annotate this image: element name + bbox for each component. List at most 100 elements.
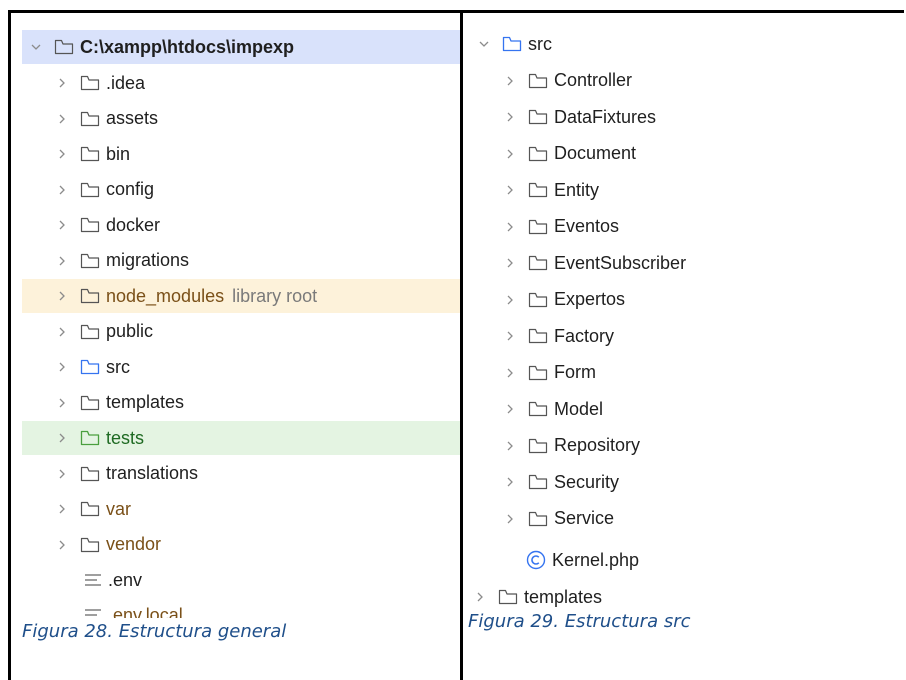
- tree-item-form[interactable]: Form: [470, 356, 906, 390]
- tree-item-eventos[interactable]: Eventos: [470, 210, 906, 244]
- tree-item-label: Expertos: [554, 289, 626, 309]
- test-folder-icon: [80, 430, 100, 446]
- caption-figura-28: Figura 28. Estructura general: [22, 621, 287, 642]
- tree-item-security[interactable]: Security: [470, 465, 906, 499]
- chevron-down-icon[interactable]: [30, 41, 42, 53]
- tree-root-src[interactable]: src: [470, 27, 906, 61]
- tree-item-label: Model: [554, 398, 604, 419]
- chevron-right-icon[interactable]: [504, 513, 516, 525]
- project-tree-src: src Controller DataFixtures Document Ent…: [470, 24, 906, 608]
- tree-item-tests[interactable]: tests: [22, 421, 460, 455]
- tree-item-eventsubscriber[interactable]: EventSubscriber: [470, 246, 906, 280]
- folder-icon: [80, 466, 100, 482]
- tree-item-label: .idea: [106, 72, 146, 93]
- tree-item-label: Entity: [554, 179, 600, 200]
- tree-item-assets[interactable]: assets: [22, 102, 460, 136]
- chevron-right-icon[interactable]: [56, 468, 68, 480]
- caption-figura-29: Figura 29. Estructura src: [468, 611, 691, 632]
- tree-item-controller[interactable]: Controller: [470, 64, 906, 98]
- chevron-right-icon[interactable]: [56, 184, 68, 196]
- tree-item-templates[interactable]: templates: [22, 386, 460, 420]
- tree-item-label: tests: [106, 427, 145, 448]
- tree-file-env[interactable]: .env: [22, 563, 460, 597]
- folder-icon: [80, 537, 100, 553]
- chevron-right-icon[interactable]: [504, 257, 516, 269]
- chevron-right-icon[interactable]: [56, 361, 68, 373]
- tree-item-service[interactable]: Service: [470, 502, 906, 536]
- tree-item-label: var: [106, 498, 132, 519]
- tree-item-label: EventSubscriber: [554, 252, 687, 273]
- tree-item-document[interactable]: Document: [470, 137, 906, 171]
- tree-item-bin[interactable]: bin: [22, 137, 460, 171]
- tree-item-datafixtures[interactable]: DataFixtures: [470, 100, 906, 134]
- chevron-right-icon[interactable]: [56, 255, 68, 267]
- tree-file-label: Kernel.php: [552, 549, 640, 570]
- tree-item-translations[interactable]: translations: [22, 457, 460, 491]
- chevron-right-icon[interactable]: [56, 432, 68, 444]
- folder-icon: [498, 589, 518, 605]
- chevron-right-icon[interactable]: [56, 219, 68, 231]
- chevron-right-icon[interactable]: [504, 111, 516, 123]
- tree-item-vendor[interactable]: vendor: [22, 528, 460, 562]
- folder-icon: [528, 219, 548, 235]
- chevron-right-icon[interactable]: [504, 184, 516, 196]
- tree-file-kernel[interactable]: Kernel.php: [470, 543, 906, 577]
- folder-icon: [528, 255, 548, 271]
- folder-icon: [80, 324, 100, 340]
- chevron-right-icon[interactable]: [504, 476, 516, 488]
- tree-item-label: Eventos: [554, 216, 620, 236]
- folder-icon: [80, 75, 100, 91]
- chevron-right-icon[interactable]: [56, 148, 68, 160]
- tree-item-label: Form: [554, 362, 596, 382]
- tree-item-expertos[interactable]: Expertos: [470, 283, 906, 317]
- tree-item-var[interactable]: var: [22, 492, 460, 526]
- tree-item-migrations[interactable]: migrations: [22, 244, 460, 278]
- chevron-right-icon[interactable]: [56, 290, 68, 302]
- tree-root-impexp[interactable]: C:\xampp\htdocs\impexp: [22, 30, 460, 64]
- chevron-right-icon[interactable]: [504, 330, 516, 342]
- tree-item-label: Factory: [554, 325, 615, 346]
- tree-item-idea[interactable]: .idea: [22, 66, 460, 100]
- folder-icon: [80, 288, 100, 304]
- chevron-right-icon[interactable]: [56, 326, 68, 338]
- tree-item-label: DataFixtures: [554, 106, 657, 127]
- tree-item-public[interactable]: public: [22, 315, 460, 349]
- chevron-right-icon[interactable]: [504, 75, 516, 87]
- folder-icon: [80, 182, 100, 198]
- chevron-right-icon[interactable]: [56, 503, 68, 515]
- tree-item-config[interactable]: config: [22, 173, 460, 207]
- chevron-right-icon[interactable]: [504, 367, 516, 379]
- chevron-right-icon[interactable]: [504, 440, 516, 452]
- folder-icon: [528, 73, 548, 89]
- folder-icon: [80, 111, 100, 127]
- tree-item-node-modules[interactable]: node_modules library root: [22, 279, 460, 313]
- php-class-icon: [526, 550, 546, 570]
- chevron-right-icon[interactable]: [56, 77, 68, 89]
- source-folder-icon: [80, 359, 100, 375]
- chevron-right-icon[interactable]: [504, 294, 516, 306]
- tree-item-model[interactable]: Model: [470, 392, 906, 426]
- chevron-right-icon[interactable]: [504, 148, 516, 160]
- folder-icon: [528, 401, 548, 417]
- chevron-right-icon[interactable]: [56, 539, 68, 551]
- tree-item-templates-root[interactable]: templates: [470, 580, 906, 608]
- tree-item-factory[interactable]: Factory: [470, 319, 906, 353]
- chevron-right-icon[interactable]: [56, 113, 68, 125]
- tree-file-label: .env: [108, 569, 143, 590]
- chevron-right-icon[interactable]: [56, 397, 68, 409]
- tree-item-label: Service: [554, 508, 615, 528]
- chevron-down-icon[interactable]: [478, 38, 490, 50]
- tree-item-repository[interactable]: Repository: [470, 429, 906, 463]
- tree-item-label: templates: [106, 392, 185, 412]
- chevron-right-icon[interactable]: [504, 221, 516, 233]
- tree-item-entity[interactable]: Entity: [470, 173, 906, 207]
- tree-item-src[interactable]: src: [22, 350, 460, 384]
- chevron-right-icon[interactable]: [474, 591, 486, 603]
- folder-icon: [80, 253, 100, 269]
- tree-item-label: Document: [554, 143, 637, 163]
- folder-icon: [528, 438, 548, 454]
- tree-item-docker[interactable]: docker: [22, 208, 460, 242]
- chevron-right-icon[interactable]: [504, 403, 516, 415]
- tree-file-env-local[interactable]: .env.local: [22, 598, 460, 618]
- tree-item-label: templates: [524, 586, 603, 607]
